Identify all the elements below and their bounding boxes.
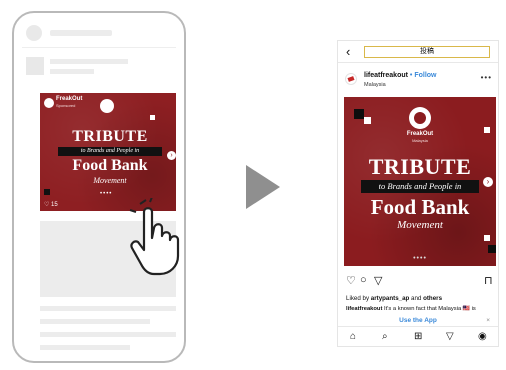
decor-square — [354, 109, 364, 119]
use-app-link[interactable]: Use the App — [338, 317, 498, 324]
placeholder-line — [50, 30, 112, 36]
add-post-icon[interactable]: ⊞ — [414, 331, 422, 342]
bookmark-icon[interactable]: ⊓ — [484, 274, 493, 287]
mini-carousel-dots: •••• — [100, 191, 113, 197]
mini-avatar — [44, 98, 54, 108]
placeholder-line — [40, 332, 176, 337]
brand-name: FreakOut — [406, 131, 434, 137]
liked-by-others[interactable]: others — [423, 295, 442, 302]
decor-square — [488, 245, 496, 253]
tap-hand-icon — [129, 198, 180, 276]
band-text: to Brands and People in — [361, 180, 479, 193]
mini-band-text: to Brands and People in — [58, 147, 162, 156]
more-options-icon[interactable]: ••• — [481, 73, 492, 82]
placeholder-line — [40, 319, 150, 324]
placeholder-line — [40, 306, 176, 311]
placeholder-line — [40, 345, 130, 350]
mini-next-icon[interactable]: › — [167, 151, 176, 160]
follow-link[interactable]: • Follow — [410, 72, 437, 79]
search-icon[interactable]: ⌕ — [382, 331, 388, 342]
divider — [22, 47, 176, 48]
phone-feed-mockup: FreakOut Sponsored TRIBUTE to Brands and… — [12, 11, 186, 363]
brand-logo — [409, 107, 431, 129]
placeholder-avatar — [26, 25, 42, 41]
back-chevron-icon[interactable]: ‹ — [346, 44, 350, 59]
post-user-row: lifeatfreakout • Follow Malaysia ••• — [338, 65, 498, 97]
placeholder-line — [50, 59, 128, 64]
mini-title-line1: TRIBUTE — [72, 128, 148, 145]
placeholder-line — [50, 69, 94, 74]
comment-icon[interactable]: ○ — [360, 274, 367, 286]
feed-screen: FreakOut Sponsored TRIBUTE to Brands and… — [22, 21, 176, 353]
username[interactable]: lifeatfreakout — [364, 72, 408, 79]
brand-sub: Malaysia — [412, 138, 428, 143]
bottom-nav: ⌂ ⌕ ⊞ ▽ ◉ — [338, 326, 498, 346]
mini-title-line3: Movement — [93, 176, 127, 185]
caption: lifeatfreakout It's a known fact that Ma… — [346, 306, 476, 312]
placeholder-block — [26, 57, 44, 75]
post-actions: ♡ ○ ▽ ⊓ — [346, 274, 494, 288]
mini-likes: ♡ 15 — [44, 202, 58, 208]
heart-icon[interactable]: ♡ — [346, 274, 356, 287]
title-line1: TRIBUTE — [368, 154, 472, 179]
title-line2: Food Bank — [370, 195, 470, 219]
decor-square — [364, 117, 371, 124]
liked-by-user[interactable]: artypants_ap — [371, 295, 410, 302]
location[interactable]: Malaysia — [364, 82, 386, 88]
mini-account-name: FreakOut — [56, 96, 83, 102]
decor-square — [484, 235, 490, 241]
mini-ad-card[interactable]: FreakOut Sponsored TRIBUTE to Brands and… — [40, 93, 176, 211]
home-icon[interactable]: ⌂ — [350, 331, 356, 342]
decor-square — [150, 115, 155, 120]
mini-logo — [100, 99, 114, 113]
post-header: ‹ 投稿 — [338, 41, 498, 63]
profile-icon[interactable]: ◉ — [478, 331, 487, 342]
carousel-dots: •••• — [413, 255, 427, 262]
post-image[interactable]: FreakOut Malaysia TRIBUTE to Brands and … — [344, 97, 496, 266]
send-icon[interactable]: ▽ — [446, 331, 454, 342]
title-line3: Movement — [397, 219, 443, 231]
post-screen: ‹ 投稿 lifeatfreakout • Follow Malaysia ••… — [337, 40, 499, 347]
liked-by: Liked by artypants_ap and others — [346, 295, 443, 302]
decor-square — [44, 189, 50, 195]
send-icon[interactable]: ▽ — [374, 274, 382, 287]
username-row: lifeatfreakout • Follow — [364, 72, 436, 79]
user-avatar[interactable] — [345, 73, 357, 85]
caption-text: It's a known fact that Malaysia 🇲🇾 is — [382, 306, 476, 312]
close-icon[interactable]: × — [486, 317, 490, 324]
play-arrow-icon — [246, 165, 280, 209]
caption-user[interactable]: lifeatfreakout — [346, 306, 382, 312]
mini-title-line2: Food Bank — [72, 157, 148, 174]
next-slide-icon[interactable]: › — [483, 177, 493, 187]
mini-account-sub: Sponsored — [56, 103, 76, 108]
header-title: 投稿 — [364, 46, 490, 58]
